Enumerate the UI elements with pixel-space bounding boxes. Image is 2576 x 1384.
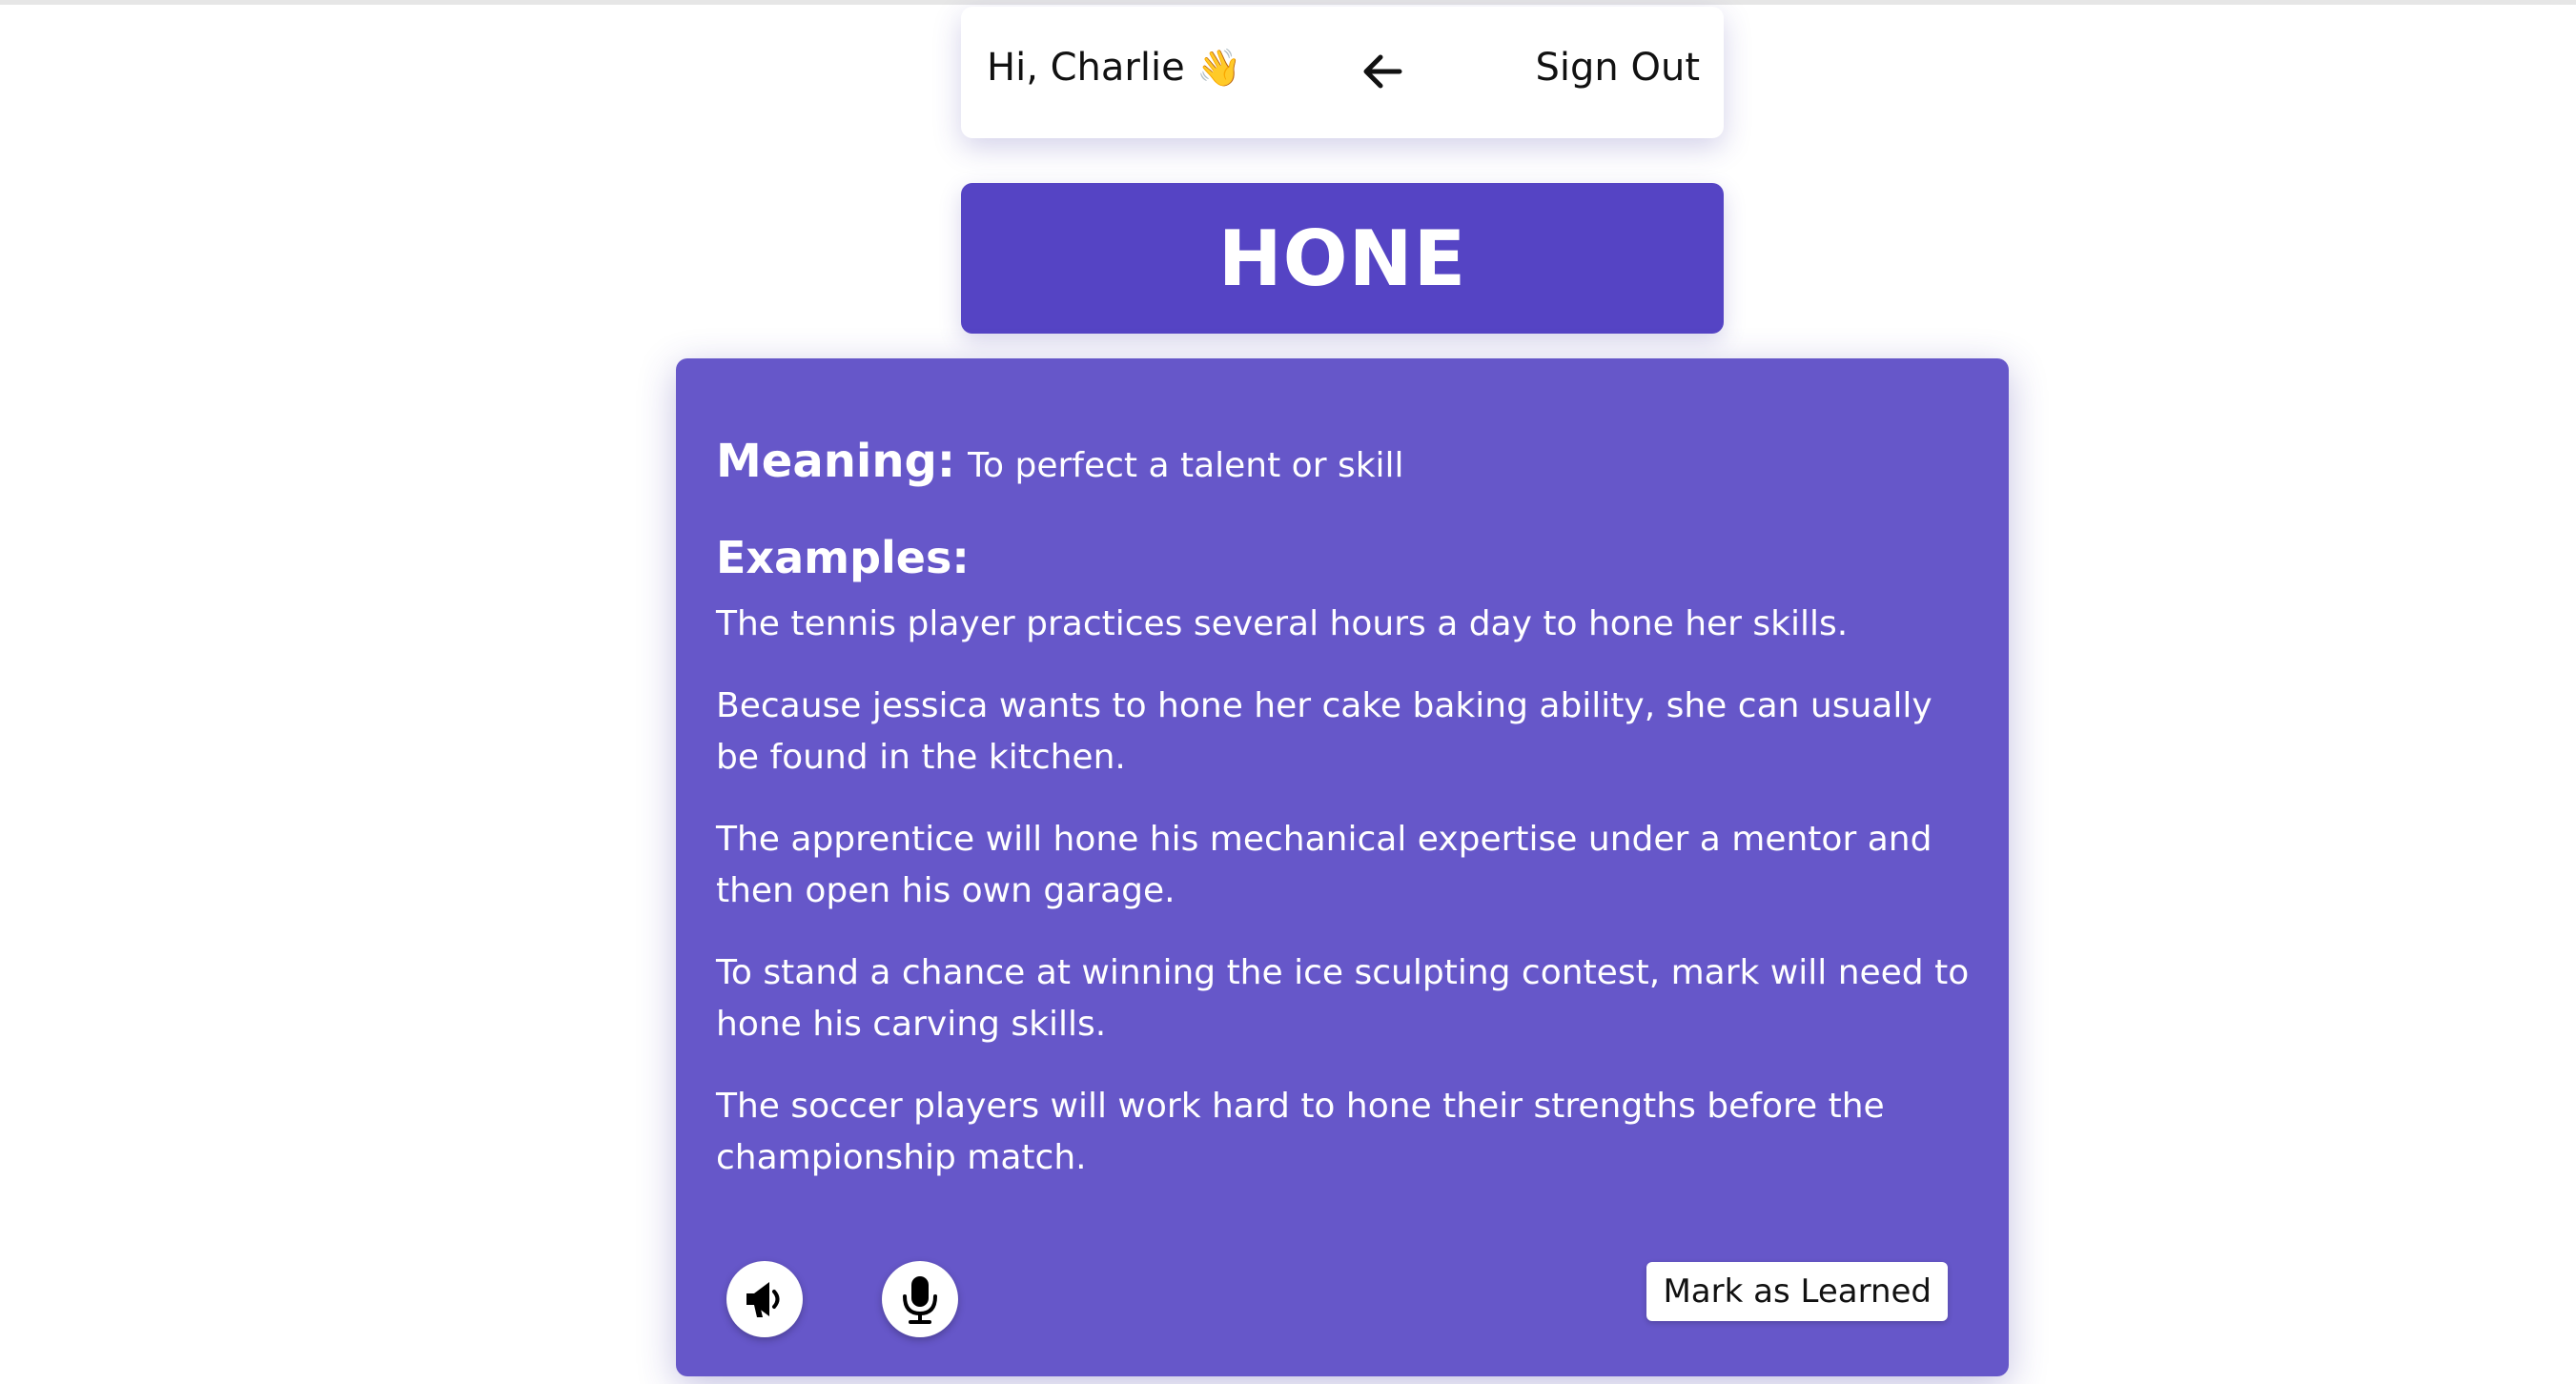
word-details-card: Meaning: To perfect a talent or skill Ex… xyxy=(676,358,2009,1376)
example-item: The tennis player practices several hour… xyxy=(716,604,1849,643)
pronounce-button[interactable] xyxy=(726,1261,803,1337)
top-divider xyxy=(0,0,2576,5)
microphone-icon xyxy=(903,1276,937,1324)
meaning-text: To perfect a talent or skill xyxy=(968,446,1404,485)
wave-emoji-icon: 👋 xyxy=(1196,47,1242,89)
examples-label: Examples: xyxy=(716,532,970,583)
word-banner: HONE xyxy=(961,183,1724,334)
example-item: To stand a chance at winning the ice scu… xyxy=(716,953,1970,1044)
greeting-text: Hi, Charlie xyxy=(987,46,1185,90)
speaker-icon xyxy=(746,1282,780,1317)
example-item: Because jessica wants to hone her cake b… xyxy=(716,686,1932,777)
example-item: The soccer players will work hard to hon… xyxy=(716,1087,1885,1177)
back-arrow-icon[interactable] xyxy=(1361,52,1403,91)
meaning-line: Meaning: To perfect a talent or skill xyxy=(716,435,1404,488)
record-button[interactable] xyxy=(882,1261,958,1337)
example-item: The apprentice will hone his mechanical … xyxy=(716,820,1932,910)
sign-out-button[interactable]: Sign Out xyxy=(1536,49,1700,87)
header-bar: Hi, Charlie 👋 Sign Out xyxy=(961,7,1724,138)
examples-list: The tennis player practices several hour… xyxy=(716,599,1984,1214)
meaning-label: Meaning: xyxy=(716,435,956,488)
mark-as-learned-button[interactable]: Mark as Learned xyxy=(1646,1262,1948,1321)
word-title: HONE xyxy=(1217,214,1467,303)
greeting: Hi, Charlie 👋 xyxy=(987,49,1242,87)
